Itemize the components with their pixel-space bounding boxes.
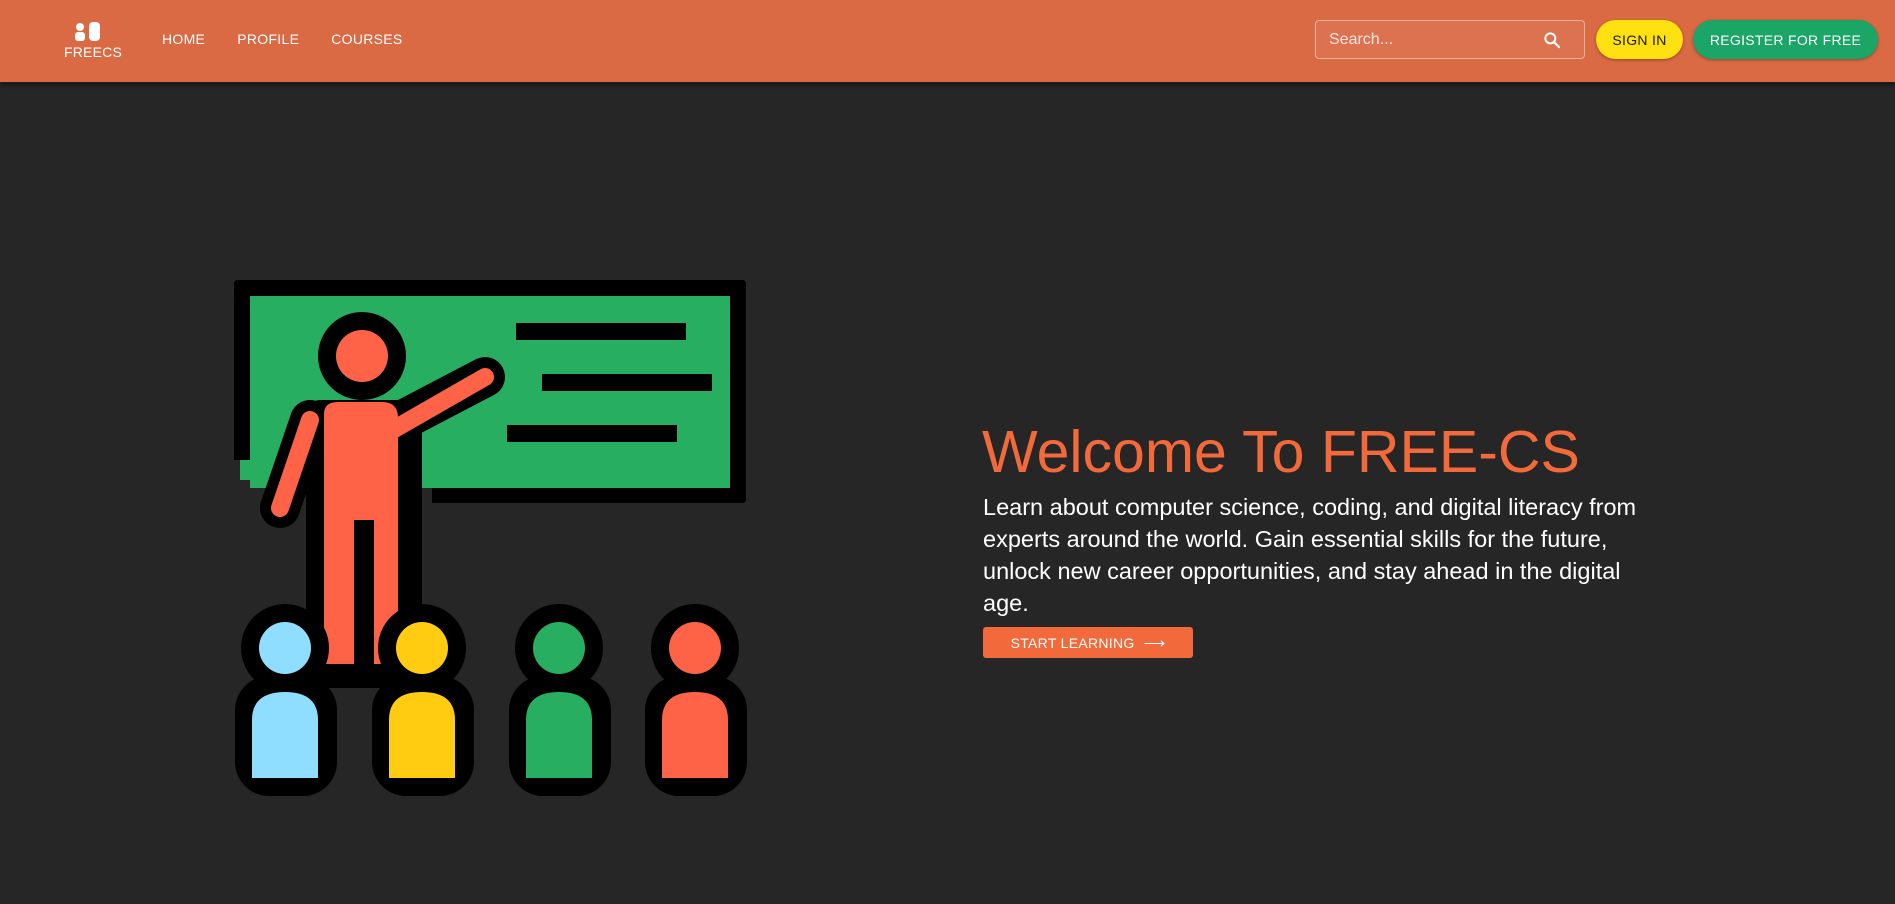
logo-people-icon [75,22,100,41]
student-yellow [372,604,474,796]
arrow-right-icon: ⟶ [1143,634,1166,652]
nav-link-profile[interactable]: PROFILE [229,25,307,53]
search-input[interactable] [1316,21,1536,58]
teacher-illustration [234,280,747,796]
sign-in-button[interactable]: SIGN IN [1596,20,1683,59]
start-learning-label: START LEARNING [1010,634,1135,651]
logo-text: FREECS [64,44,122,60]
start-learning-button[interactable]: START LEARNING ⟶ [983,627,1193,658]
nav-link-home[interactable]: HOME [154,25,213,53]
search-box [1315,20,1585,59]
student-red [645,604,747,796]
hero-description: Learn about computer science, coding, an… [983,494,1637,616]
nav-link-courses[interactable]: COURSES [323,25,410,53]
student-green [509,604,611,796]
site-logo[interactable]: FREECS [62,18,126,64]
search-icon[interactable] [1542,30,1562,50]
register-button[interactable]: REGISTER FOR FREE [1693,20,1878,59]
hero-title: Welcome To FREE-CS [982,419,1580,485]
main-nav: HOME PROFILE COURSES [146,0,419,78]
top-navbar: FREECS HOME PROFILE COURSES SIGN IN REGI… [0,0,1895,83]
student-blue [235,604,337,796]
